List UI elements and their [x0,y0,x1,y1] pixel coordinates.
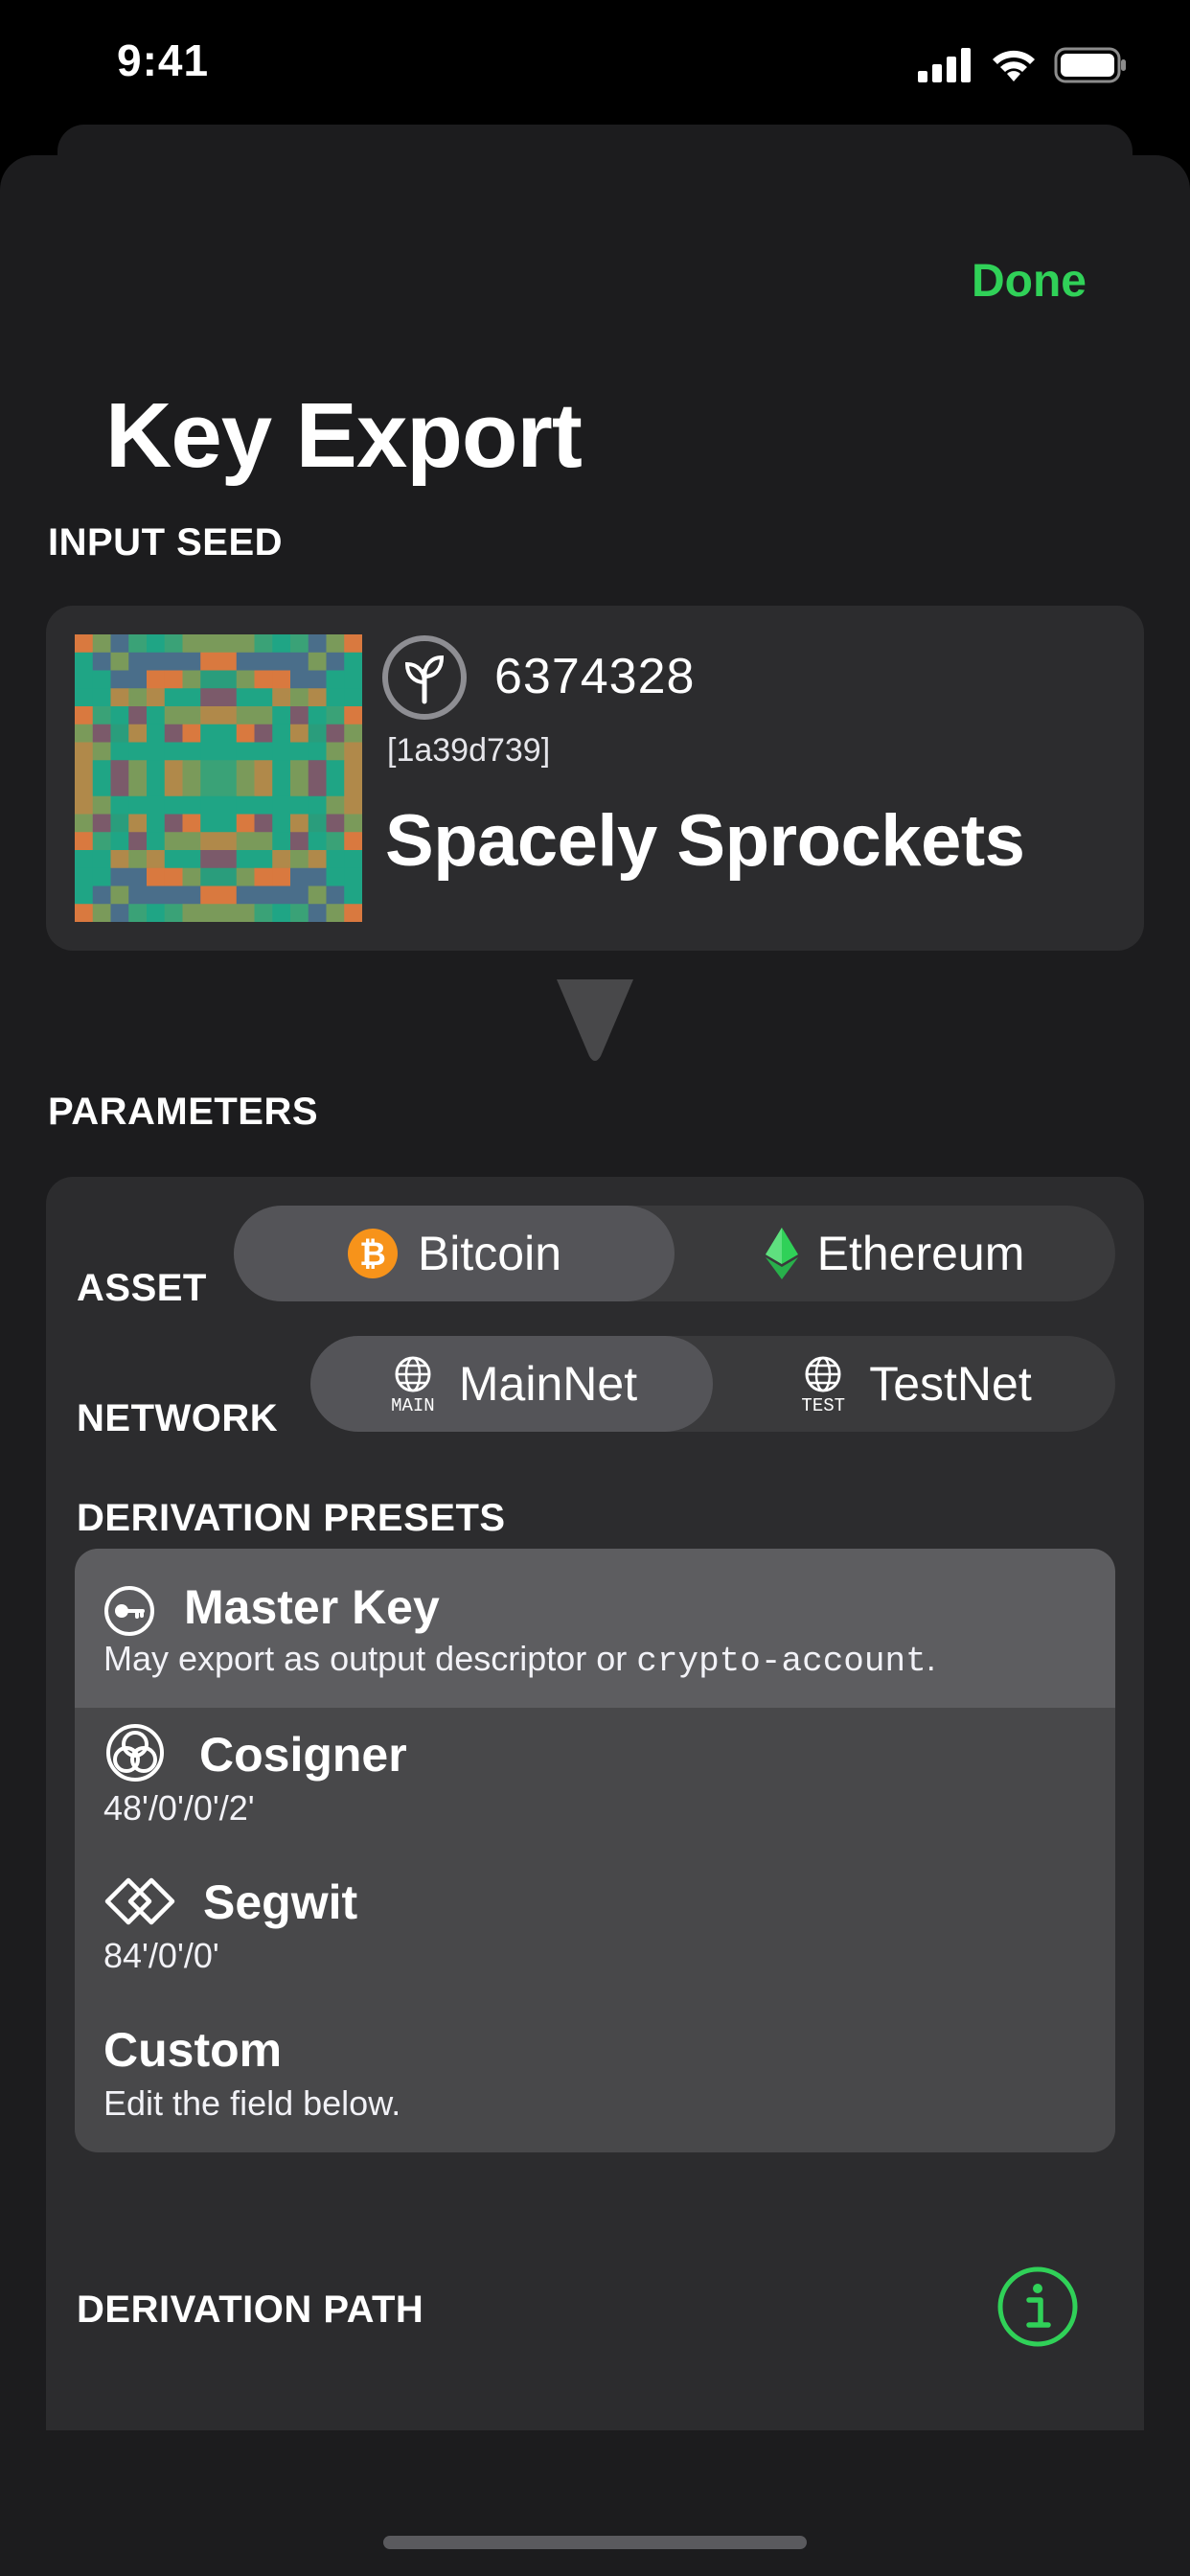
cellular-signal-icon [918,48,971,82]
parameters-header: PARAMETERS [48,1091,319,1133]
network-segmented-control: MAIN MainNet TEST TestNet [310,1336,1115,1432]
info-icon[interactable] [996,2266,1079,2348]
globe-icon: TEST [796,1355,850,1416]
page-title: Key Export [105,384,583,487]
preset-subtitle: 84'/0'/0' [103,1936,219,1975]
arrow-down-icon [557,979,633,1061]
preset-custom[interactable]: Custom Edit the field below. [75,2003,1115,2152]
preset-subtitle: May export as output descriptor or crypt… [103,1639,936,1681]
globe-icon: MAIN [386,1355,440,1416]
segwit-icon [104,1877,175,1925]
status-icons [918,46,1127,84]
network-badge: MAIN [391,1395,435,1416]
key-export-sheet: Done Key Export INPUT SEED 6374328 [1a39… [0,155,1190,2576]
preset-master-key[interactable]: Master Key May export as output descript… [75,1549,1115,1708]
derivation-presets-label: DERIVATION PRESETS [77,1497,506,1539]
key-icon [104,1586,154,1636]
preset-title: Cosigner [199,1728,407,1782]
network-option-mainnet[interactable]: MAIN MainNet [310,1336,713,1432]
wifi-icon [993,50,1035,81]
asset-option-bitcoin[interactable]: ₿ Bitcoin [234,1206,675,1301]
derivation-presets-list: Master Key May export as output descript… [75,1549,1115,2152]
home-indicator[interactable] [383,2536,807,2549]
preset-segwit[interactable]: Segwit 84'/0'/0' [75,1855,1115,2003]
seed-fingerprint: [1a39d739] [387,732,551,769]
preset-title: Master Key [184,1580,440,1634]
seed-card[interactable]: 6374328 [1a39d739] Spacely Sprockets [46,606,1144,951]
preset-cosigner[interactable]: Cosigner 48'/0'/0'/2' [75,1708,1115,1855]
asset-label: ASSET [77,1267,207,1309]
preset-title: Segwit [203,1875,358,1929]
seed-sprout-icon [382,635,467,720]
asset-option-label: Bitcoin [417,1227,562,1280]
bitcoin-icon: ₿ [347,1229,398,1278]
network-option-label: MainNet [458,1357,638,1411]
asset-option-ethereum[interactable]: Ethereum [675,1206,1115,1301]
network-label: NETWORK [77,1397,279,1439]
preset-subtitle: 48'/0'/0'/2' [103,1788,255,1828]
input-seed-header: INPUT SEED [48,521,284,564]
asset-segmented-control: ₿ Bitcoin Ethereum [234,1206,1115,1301]
seed-name: Spacely Sprockets [385,800,1025,882]
network-badge: TEST [801,1395,846,1416]
done-button[interactable]: Done [972,255,1087,308]
battery-icon [1054,47,1126,83]
asset-option-label: Ethereum [816,1227,1025,1280]
parameters-card: ASSET ₿ Bitcoin Ethereum NETWORK MAIN Ma… [46,1177,1144,2576]
status-bar: 9:41 [0,0,1190,125]
preset-subtitle: Edit the field below. [103,2083,401,2123]
svg-text:₿: ₿ [359,1236,386,1273]
network-option-testnet[interactable]: TEST TestNet [713,1336,1115,1432]
seed-identicon [75,634,362,922]
cosigner-icon [106,1724,164,1782]
bottom-bar [0,2430,1190,2576]
network-option-label: TestNet [869,1357,1032,1411]
status-time: 9:41 [117,35,210,85]
ethereum-icon [765,1228,798,1279]
preset-title: Custom [103,2023,283,2077]
derivation-path-label: DERIVATION PATH [77,2288,424,2331]
seed-number: 6374328 [494,649,696,704]
